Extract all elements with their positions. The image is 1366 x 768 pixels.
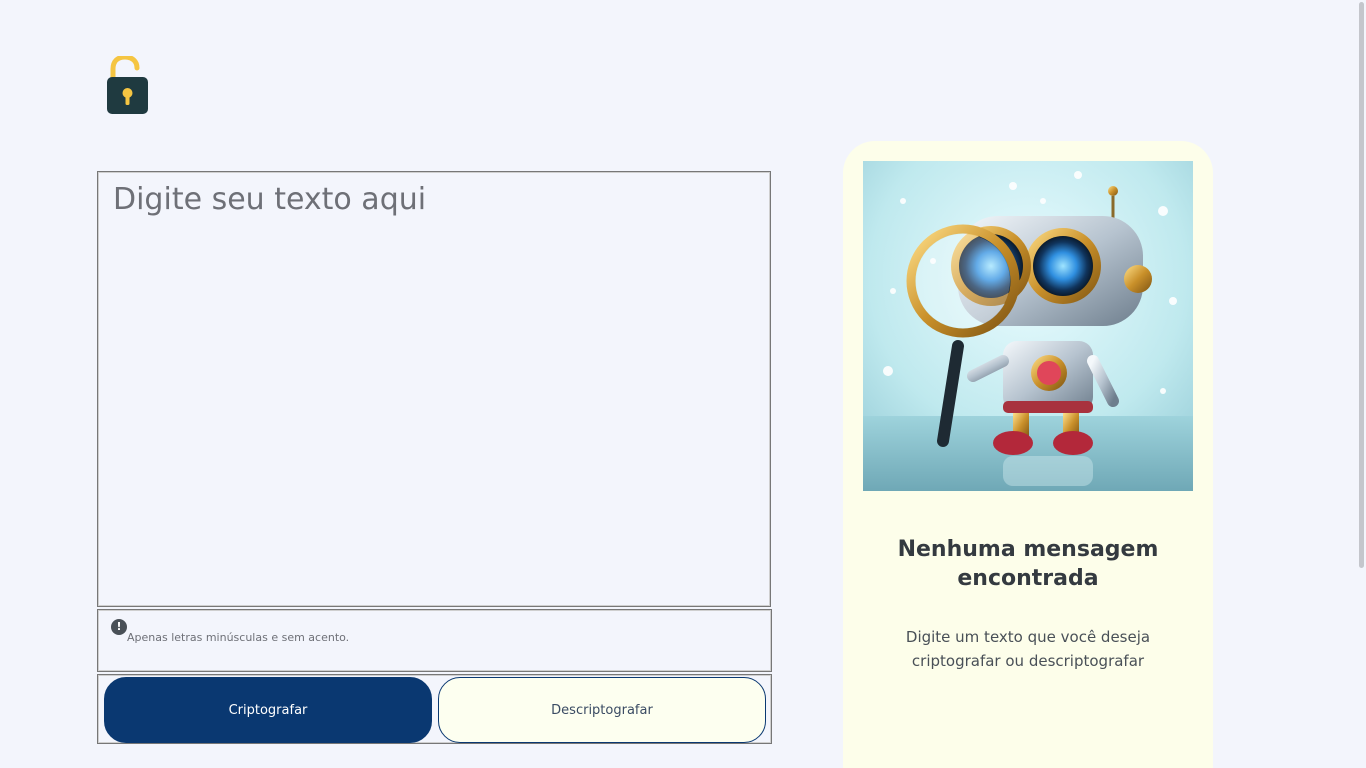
result-card: Nenhuma mensagem encontrada Digite um te… [843, 141, 1213, 768]
robot-magnifier-illustration [863, 161, 1193, 491]
result-title: Nenhuma mensagem encontrada [897, 537, 1159, 591]
page-scrollbar[interactable] [1357, 0, 1366, 768]
scrollbar-thumb[interactable] [1359, 2, 1364, 568]
result-description: Digite um texto que você deseja criptogr… [905, 628, 1151, 670]
hint-text: Apenas letras minúsculas e sem acento. [127, 631, 350, 644]
exclamation-circle-icon: ! [111, 619, 127, 635]
text-input[interactable] [98, 172, 770, 606]
decrypt-button[interactable]: Descriptografar [438, 677, 766, 743]
encrypt-button[interactable]: Criptografar [104, 677, 432, 743]
text-input-container [97, 171, 771, 607]
hint-container: ! Apenas letras minúsculas e sem acento. [97, 609, 772, 672]
button-row: Criptografar Descriptografar [97, 674, 772, 744]
lock-logo-icon [104, 54, 150, 116]
page: ! Apenas letras minúsculas e sem acento.… [0, 0, 1366, 768]
